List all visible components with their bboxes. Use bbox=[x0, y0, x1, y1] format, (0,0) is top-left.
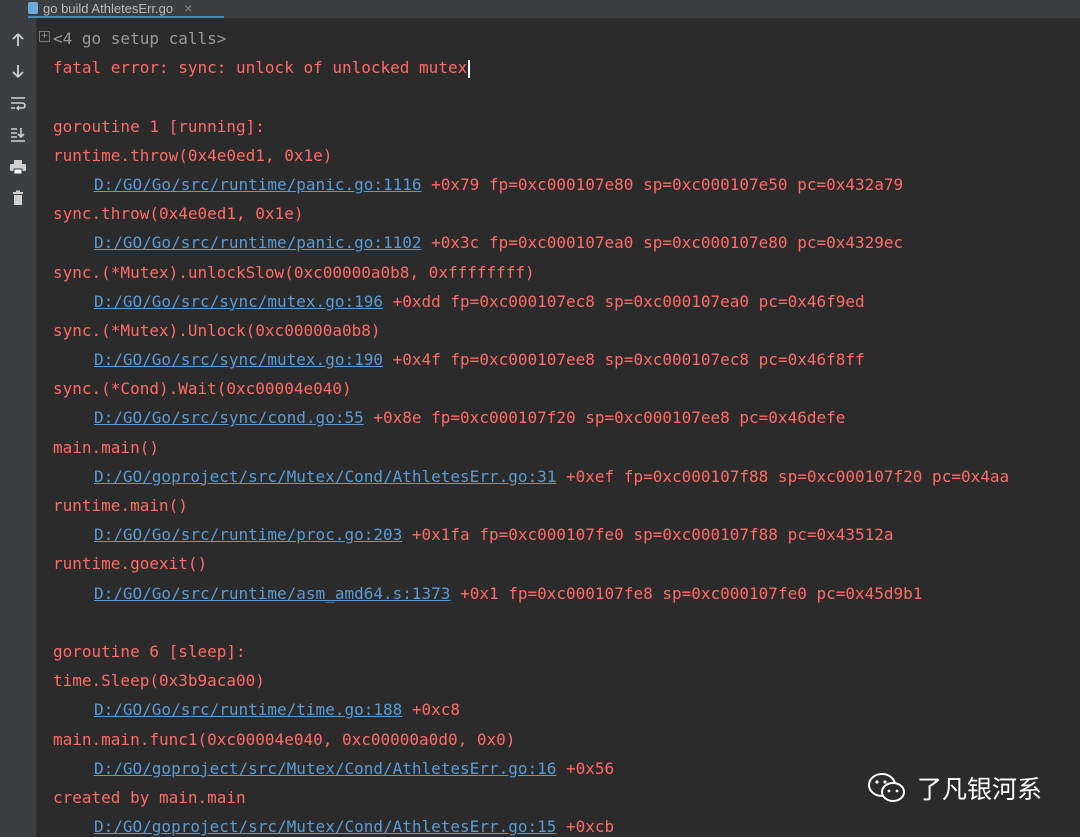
line-text: main.main() bbox=[53, 437, 159, 457]
frame-offsets: +0xcb bbox=[556, 817, 615, 837]
frame-offsets: +0x3c fp=0xc000107ea0 sp=0xc000107e80 pc… bbox=[421, 233, 904, 253]
folded-calls-line[interactable]: <4 go setup calls> bbox=[53, 24, 1009, 53]
line-text: time.Sleep(0x3b9aca00) bbox=[53, 671, 265, 691]
stack-frame-location: D:/GO/goproject/src/Mutex/Cond/AthletesE… bbox=[53, 812, 1009, 837]
stack-frame-location: D:/GO/Go/src/sync/cond.go:55 +0x8e fp=0x… bbox=[53, 403, 1009, 432]
tab-title: go build AthletesErr.go bbox=[43, 0, 174, 16]
line-text: runtime.main() bbox=[53, 496, 188, 515]
print-icon[interactable] bbox=[6, 155, 30, 179]
console-text-line: runtime.main() bbox=[53, 491, 1009, 520]
soft-wrap-icon[interactable] bbox=[6, 91, 30, 115]
frame-offsets: +0x1fa fp=0xc000107fe0 sp=0xc000107f88 p… bbox=[402, 525, 894, 545]
line-text: main.main.func1(0xc00004e040, 0xc00000a0… bbox=[53, 729, 516, 749]
text-caret bbox=[468, 59, 471, 78]
up-arrow-icon[interactable] bbox=[6, 28, 30, 52]
line-text: fatal error: sync: unlock of unlocked mu… bbox=[53, 58, 468, 78]
tab-bar: go build AthletesErr.go × bbox=[0, 0, 1080, 19]
console-text-line: fatal error: sync: unlock of unlocked mu… bbox=[53, 53, 1009, 82]
frame-offsets: +0xc8 bbox=[402, 700, 461, 720]
console-text-line: main.main() bbox=[53, 433, 1009, 462]
frame-offsets: +0x79 fp=0xc000107e80 sp=0xc000107e50 pc… bbox=[421, 174, 904, 194]
line-text: runtime.goexit() bbox=[53, 554, 208, 574]
source-file-link[interactable]: D:/GO/Go/src/sync/mutex.go:190 bbox=[94, 350, 383, 369]
source-file-link[interactable]: D:/GO/goproject/src/Mutex/Cond/AthletesE… bbox=[94, 467, 556, 486]
console-text-line: time.Sleep(0x3b9aca00) bbox=[53, 666, 1009, 695]
source-file-link[interactable]: D:/GO/Go/src/sync/cond.go:55 bbox=[94, 408, 364, 427]
stack-frame-location: D:/GO/Go/src/sync/mutex.go:196 +0xdd fp=… bbox=[53, 287, 1009, 316]
wechat-icon bbox=[867, 773, 905, 802]
stack-frame-location: D:/GO/Go/src/runtime/time.go:188 +0xc8 bbox=[53, 695, 1009, 724]
line-text: <4 go setup calls> bbox=[53, 29, 227, 48]
console-text-line: goroutine 1 [running]: bbox=[53, 112, 1009, 141]
stack-frame-location: D:/GO/goproject/src/Mutex/Cond/AthletesE… bbox=[53, 462, 1009, 491]
console-text-line: runtime.goexit() bbox=[53, 549, 1009, 578]
scroll-to-end-icon[interactable] bbox=[6, 122, 30, 146]
frame-offsets: +0x8e fp=0xc000107f20 sp=0xc000107ee8 pc… bbox=[363, 408, 846, 428]
source-file-link[interactable]: D:/GO/Go/src/runtime/panic.go:1102 bbox=[94, 233, 422, 252]
line-text: goroutine 1 [running]: bbox=[53, 116, 265, 136]
console-text-line: created by main.main bbox=[53, 783, 1009, 812]
frame-offsets: +0x56 bbox=[556, 758, 615, 778]
stack-frame-location: D:/GO/Go/src/runtime/panic.go:1102 +0x3c… bbox=[53, 228, 1009, 257]
console-text-line: runtime.throw(0x4e0ed1, 0x1e) bbox=[53, 141, 1009, 170]
go-file-icon bbox=[28, 2, 38, 14]
console-text-line: sync.(*Mutex).unlockSlow(0xc00000a0b8, 0… bbox=[53, 258, 1009, 287]
line-text: sync.(*Mutex).unlockSlow(0xc00000a0b8, 0… bbox=[53, 262, 535, 282]
down-arrow-icon[interactable] bbox=[6, 59, 30, 83]
console-text-line: sync.(*Cond).Wait(0xc00004e040) bbox=[53, 374, 1009, 403]
console-text-line: sync.throw(0x4e0ed1, 0x1e) bbox=[53, 199, 1009, 228]
line-text: goroutine 6 [sleep]: bbox=[53, 641, 246, 661]
console-text-line: goroutine 6 [sleep]: bbox=[53, 637, 1009, 666]
trash-icon[interactable] bbox=[6, 186, 30, 210]
line-text: sync.throw(0x4e0ed1, 0x1e) bbox=[53, 204, 304, 224]
fold-expand-icon[interactable]: + bbox=[39, 31, 50, 42]
line-text: sync.(*Mutex).Unlock(0xc00000a0b8) bbox=[53, 320, 381, 340]
line-text: sync.(*Cond).Wait(0xc00004e040) bbox=[53, 379, 352, 399]
source-file-link[interactable]: D:/GO/goproject/src/Mutex/Cond/AthletesE… bbox=[94, 817, 556, 836]
frame-offsets: +0x1 fp=0xc000107fe8 sp=0xc000107fe0 pc=… bbox=[450, 583, 923, 603]
source-file-link[interactable]: D:/GO/Go/src/runtime/asm_amd64.s:1373 bbox=[94, 584, 450, 603]
console-text-line: main.main.func1(0xc00004e040, 0xc00000a0… bbox=[53, 725, 1009, 754]
source-file-link[interactable]: D:/GO/Go/src/runtime/proc.go:203 bbox=[94, 525, 402, 544]
frame-offsets: +0x4f fp=0xc000107ee8 sp=0xc000107ec8 pc… bbox=[382, 350, 865, 370]
source-file-link[interactable]: D:/GO/Go/src/runtime/time.go:188 bbox=[94, 700, 402, 719]
stack-frame-location: D:/GO/Go/src/runtime/proc.go:203 +0x1fa … bbox=[53, 520, 1009, 549]
watermark: 了凡银河系 bbox=[867, 770, 1042, 806]
stack-frame-location: D:/GO/Go/src/runtime/asm_amd64.s:1373 +0… bbox=[53, 579, 1009, 608]
tab-close-icon[interactable]: × bbox=[184, 0, 192, 16]
line-text: runtime.throw(0x4e0ed1, 0x1e) bbox=[53, 145, 333, 165]
console-text-line: sync.(*Mutex).Unlock(0xc00000a0b8) bbox=[53, 316, 1009, 345]
tab-go-build[interactable]: go build AthletesErr.go × bbox=[28, 0, 224, 19]
line-text: created by main.main bbox=[53, 787, 246, 807]
stack-frame-location: D:/GO/Go/src/runtime/panic.go:1116 +0x79… bbox=[53, 170, 1009, 199]
console-toolbar bbox=[0, 18, 37, 837]
stack-frame-location: D:/GO/Go/src/sync/mutex.go:190 +0x4f fp=… bbox=[53, 345, 1009, 374]
frame-offsets: +0xef fp=0xc000107f88 sp=0xc000107f20 pc… bbox=[556, 466, 1010, 486]
frame-offsets: +0xdd fp=0xc000107ec8 sp=0xc000107ea0 pc… bbox=[382, 291, 865, 311]
source-file-link[interactable]: D:/GO/Go/src/runtime/panic.go:1116 bbox=[94, 175, 422, 194]
stack-frame-location: D:/GO/goproject/src/Mutex/Cond/AthletesE… bbox=[53, 754, 1009, 783]
source-file-link[interactable]: D:/GO/Go/src/sync/mutex.go:196 bbox=[94, 292, 383, 311]
watermark-text: 了凡银河系 bbox=[916, 775, 1042, 804]
console-output[interactable]: + <4 go setup calls> fatal error: sync: u… bbox=[37, 18, 1080, 837]
console-lines: <4 go setup calls> fatal error: sync: unl… bbox=[53, 24, 1009, 837]
source-file-link[interactable]: D:/GO/goproject/src/Mutex/Cond/AthletesE… bbox=[94, 759, 556, 778]
